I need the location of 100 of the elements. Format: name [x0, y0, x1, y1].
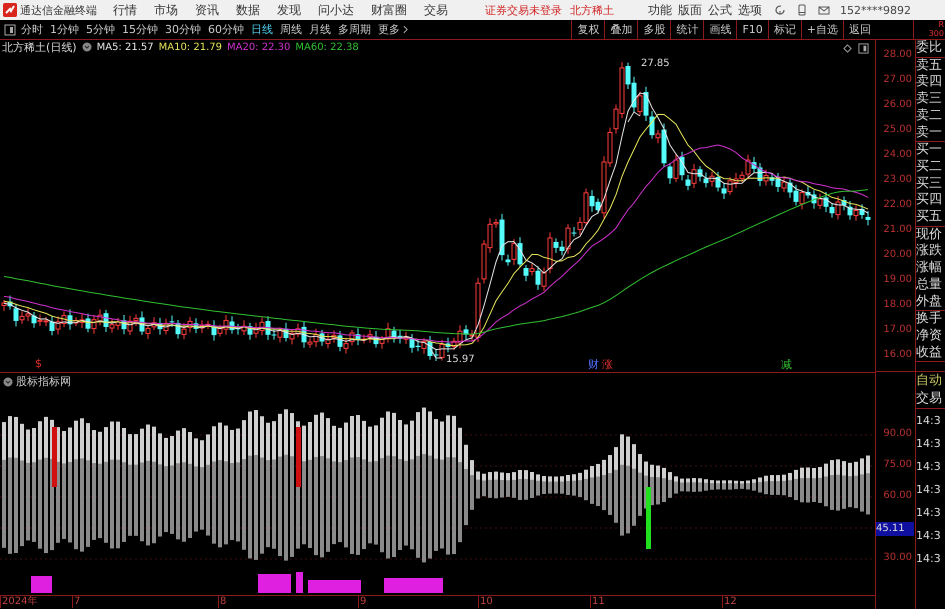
toolbar-button[interactable]: 返回 [843, 20, 876, 39]
menu-item[interactable]: 数据 [236, 2, 260, 18]
price-axis-label: 20.00 [883, 249, 912, 260]
indicator-axis-label: 30.00 [883, 552, 912, 563]
menu-item[interactable]: 交易 [424, 2, 448, 18]
period-tab[interactable]: 5分钟 [86, 22, 115, 37]
quote-label: 总量 [916, 276, 943, 294]
quote-label: 卖三 [916, 91, 943, 108]
settings-icon[interactable] [82, 42, 92, 52]
period-tab[interactable]: 分时 [21, 22, 43, 37]
quote-label: 委比 [916, 40, 943, 57]
diamond-icon[interactable] [843, 44, 852, 53]
moving-average-value: MA60: 22.38 [295, 42, 359, 52]
quote-label: 换手 [916, 311, 943, 328]
menu-item[interactable]: 公式 [708, 2, 732, 18]
trade-time: 14:3 [916, 505, 942, 521]
period-tab[interactable]: 30分钟 [165, 22, 201, 37]
indicator-axis-label: 75.00 [883, 459, 912, 470]
quote-label: 涨幅 [916, 260, 943, 277]
period-tab[interactable]: 15分钟 [122, 22, 158, 37]
login-status[interactable]: 证券交易未登录 [485, 2, 562, 18]
price-axis-label: 22.00 [883, 199, 912, 210]
period-tab[interactable]: 多周期 [338, 22, 371, 37]
quote-label: 买三 [916, 176, 943, 192]
moving-average-value: MA10: 21.79 [158, 42, 222, 52]
quote-label: 涨跌 [916, 243, 943, 260]
phone-icon[interactable] [796, 4, 808, 16]
trade-time: 14:3 [916, 551, 942, 567]
app-title: 通达信金融终端 [20, 2, 97, 18]
price-axis-label: 17.00 [883, 324, 912, 335]
date-axis-label: 2024年 [0, 596, 38, 608]
toolbar-button[interactable]: 标记 [768, 20, 801, 39]
chevron-right-icon[interactable] [403, 25, 408, 34]
price-axis-label: 18.00 [883, 299, 912, 310]
settings-icon[interactable] [3, 376, 13, 386]
date-axis-label: 8 [218, 596, 226, 608]
more-tab[interactable]: 更多 [378, 22, 400, 37]
menu-item[interactable]: 行情 [113, 2, 137, 18]
period-tab[interactable]: 60分钟 [208, 22, 244, 37]
period-tab[interactable]: 日线 [251, 22, 273, 37]
menu-item[interactable]: 发现 [277, 2, 301, 18]
trade-label: 交易 [916, 390, 945, 409]
panel-toggle-icon[interactable] [4, 24, 16, 36]
low-pointer-line [430, 348, 442, 358]
menu-item[interactable]: 资讯 [195, 2, 219, 18]
trade-time: 14:3 [916, 482, 942, 498]
quote-label: 买五 [916, 209, 943, 226]
price-axis-label: 21.00 [883, 224, 912, 235]
current-value-badge: 45.11 [876, 522, 914, 536]
toolbar-button[interactable]: F10 [736, 20, 768, 39]
price-axis-label: 24.00 [883, 149, 912, 160]
date-axis-label: 7 [72, 596, 80, 608]
period-tab[interactable]: 1分钟 [50, 22, 79, 37]
menu-item[interactable]: 选项 [738, 2, 762, 18]
trade-time: 14:3 [916, 436, 942, 452]
quote-label: 收益 [916, 344, 943, 362]
moving-average-value: MA5: 21.57 [96, 42, 154, 52]
toolbar-button[interactable]: 叠加 [604, 20, 638, 39]
corner-count: 300 [928, 29, 944, 38]
refresh-icon[interactable] [774, 4, 786, 16]
mode-label[interactable]: 自动 [916, 372, 945, 390]
event-marker[interactable]: 减 [781, 357, 792, 372]
stock-name: 北方稀土 [570, 2, 614, 18]
menu-item[interactable]: 财富圈 [371, 2, 407, 18]
app-logo-icon [3, 3, 17, 17]
panel-toggle-icon[interactable] [858, 43, 869, 54]
moving-average-value: MA20: 22.30 [226, 42, 290, 52]
price-axis-label: 16.00 [883, 349, 912, 360]
event-marker[interactable]: 涨 [602, 357, 613, 372]
toolbar-button[interactable]: +自选 [800, 20, 843, 39]
high-price-label: 27.85 [641, 58, 670, 69]
menu-item[interactable]: 功能 [648, 2, 672, 18]
quote-label: 卖一 [916, 124, 943, 142]
menu-item[interactable]: 版面 [678, 2, 702, 18]
indicator-title: 股标指标网 [16, 374, 71, 389]
mail-icon[interactable] [818, 4, 830, 16]
quote-label: 现价 [916, 226, 943, 244]
date-axis-label: 12 [722, 596, 737, 608]
period-tab[interactable]: 月线 [309, 22, 331, 37]
quote-label: 买一 [916, 142, 943, 159]
date-axis-label: 10 [478, 596, 493, 608]
event-marker[interactable]: $ [35, 357, 42, 370]
trade-time: 14:3 [916, 459, 942, 475]
toolbar-button[interactable]: 复权 [571, 20, 604, 39]
corner-label: R [938, 20, 944, 29]
event-marker[interactable]: 财 [588, 357, 599, 372]
toolbar-button[interactable]: 画线 [703, 20, 736, 39]
menu-item[interactable]: 市场 [154, 2, 178, 18]
account-number[interactable]: 152****9892 [840, 4, 911, 16]
toolbar-button[interactable]: 多股 [637, 20, 670, 39]
period-tab[interactable]: 周线 [280, 22, 302, 37]
low-price-label: 15.97 [446, 354, 475, 365]
date-axis-label: 11 [590, 596, 605, 608]
toolbar-button[interactable]: 统计 [670, 20, 704, 39]
trade-time: 14:3 [916, 528, 942, 544]
quote-label: 买二 [916, 158, 943, 176]
indicator-axis-label: 90.00 [883, 428, 912, 439]
menu-item[interactable]: 问小达 [318, 2, 354, 18]
price-axis-label: 23.00 [883, 174, 912, 185]
price-axis-label: 19.00 [883, 274, 912, 285]
